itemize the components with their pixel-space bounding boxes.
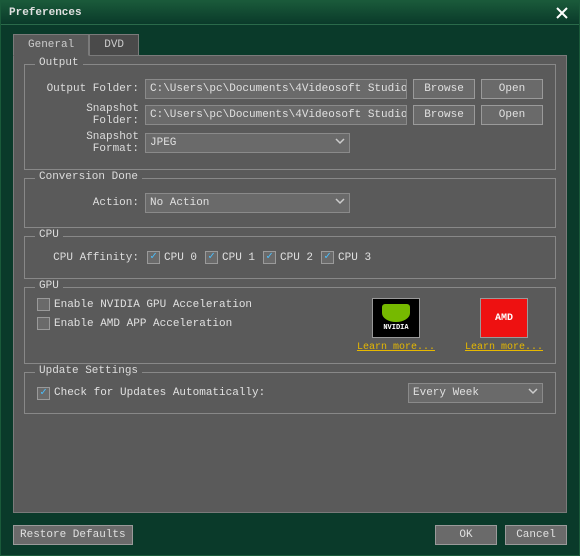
chevron-down-icon <box>528 386 538 400</box>
output-folder-label: Output Folder: <box>37 83 139 95</box>
amd-checkbox[interactable] <box>37 317 50 330</box>
cancel-button[interactable]: Cancel <box>505 525 567 545</box>
group-conversion-title: Conversion Done <box>35 171 142 183</box>
amd-label: Enable AMD APP Acceleration <box>54 318 232 330</box>
footer: Restore Defaults OK Cancel <box>1 521 579 555</box>
group-conversion: Conversion Done Action: No Action <box>24 178 556 228</box>
amd-logo-icon: AMD <box>480 298 528 338</box>
group-output-title: Output <box>35 57 83 69</box>
action-value: No Action <box>150 197 209 209</box>
cpu-affinity-label: CPU Affinity: <box>37 252 139 264</box>
tab-general[interactable]: General <box>13 34 89 56</box>
group-output: Output Output Folder: C:\Users\pc\Docume… <box>24 64 556 170</box>
cpu3-label: CPU 3 <box>338 252 371 264</box>
open-output-button[interactable]: Open <box>481 79 543 99</box>
close-icon[interactable] <box>553 5 571 21</box>
tabs: General DVD <box>1 25 579 55</box>
tab-dvd[interactable]: DVD <box>89 34 139 56</box>
update-frequency-value: Every Week <box>413 387 479 399</box>
browse-output-button[interactable]: Browse <box>413 79 475 99</box>
browse-snapshot-button[interactable]: Browse <box>413 105 475 125</box>
preferences-window: Preferences General DVD Output Output Fo… <box>0 0 580 556</box>
group-update: Update Settings Check for Updates Automa… <box>24 372 556 414</box>
chevron-down-icon <box>335 196 345 210</box>
open-snapshot-button[interactable]: Open <box>481 105 543 125</box>
ok-button[interactable]: OK <box>435 525 497 545</box>
action-label: Action: <box>37 197 139 209</box>
group-update-title: Update Settings <box>35 365 142 377</box>
window-title: Preferences <box>9 7 553 19</box>
amd-learn-more-link[interactable]: Learn more... <box>465 342 543 353</box>
group-cpu-title: CPU <box>35 229 63 241</box>
nvidia-checkbox[interactable] <box>37 298 50 311</box>
group-gpu-title: GPU <box>35 280 63 292</box>
nvidia-label: Enable NVIDIA GPU Acceleration <box>54 299 252 311</box>
cpu2-checkbox[interactable] <box>263 251 276 264</box>
tab-content: Output Output Folder: C:\Users\pc\Docume… <box>13 55 567 513</box>
snapshot-folder-label: Snapshot Folder: <box>37 103 139 127</box>
nvidia-learn-more-link[interactable]: Learn more... <box>357 342 435 353</box>
auto-update-checkbox[interactable] <box>37 387 50 400</box>
snapshot-format-value: JPEG <box>150 137 176 149</box>
cpu3-checkbox[interactable] <box>321 251 334 264</box>
snapshot-format-select[interactable]: JPEG <box>145 133 350 153</box>
cpu1-label: CPU 1 <box>222 252 255 264</box>
snapshot-folder-input[interactable]: C:\Users\pc\Documents\4Videosoft Studio\… <box>145 105 407 125</box>
chevron-down-icon <box>335 136 345 150</box>
auto-update-label: Check for Updates Automatically: <box>54 387 265 399</box>
cpu0-label: CPU 0 <box>164 252 197 264</box>
group-gpu: GPU Enable NVIDIA GPU Acceleration Enabl… <box>24 287 556 364</box>
update-frequency-select[interactable]: Every Week <box>408 383 543 403</box>
output-folder-input[interactable]: C:\Users\pc\Documents\4Videosoft Studio\… <box>145 79 407 99</box>
cpu2-label: CPU 2 <box>280 252 313 264</box>
cpu0-checkbox[interactable] <box>147 251 160 264</box>
restore-defaults-button[interactable]: Restore Defaults <box>13 525 133 545</box>
snapshot-format-label: Snapshot Format: <box>37 131 139 155</box>
group-cpu: CPU CPU Affinity: CPU 0 CPU 1 CPU 2 CPU … <box>24 236 556 279</box>
nvidia-logo-icon: NVIDIA <box>372 298 420 338</box>
titlebar: Preferences <box>1 1 579 25</box>
action-select[interactable]: No Action <box>145 193 350 213</box>
cpu1-checkbox[interactable] <box>205 251 218 264</box>
